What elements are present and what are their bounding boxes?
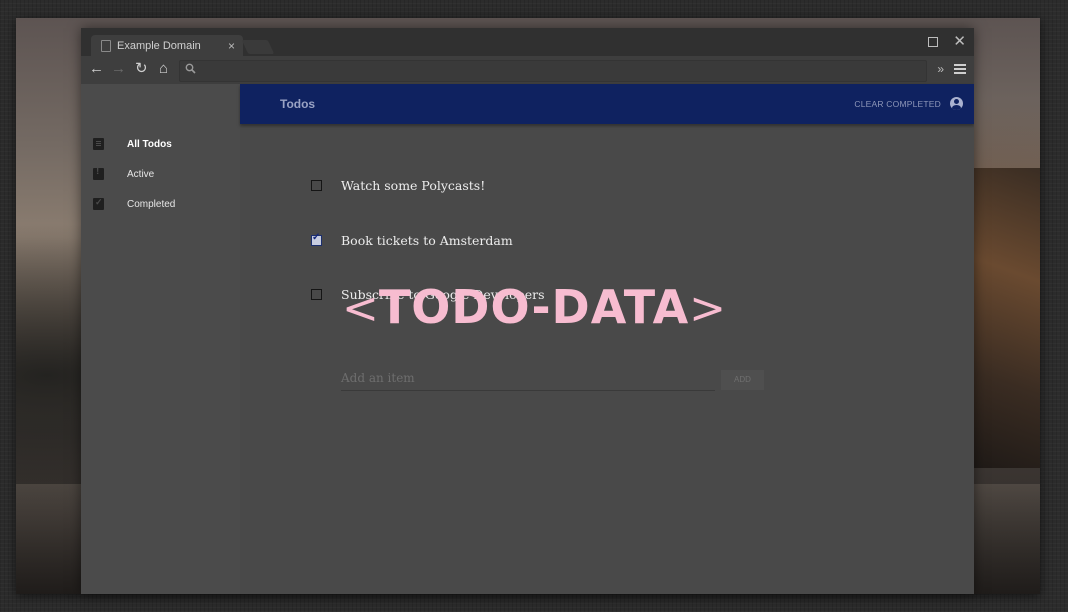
browser-menu-icon[interactable] bbox=[954, 64, 966, 76]
todo-text: Book tickets to Amsterdam bbox=[341, 232, 513, 248]
extensions-overflow-icon[interactable]: » bbox=[937, 62, 944, 76]
sidebar-item-label: All Todos bbox=[127, 138, 172, 150]
title-bar: Example Domain × ✕ bbox=[81, 28, 974, 56]
overlay-open-bracket: < bbox=[341, 283, 379, 334]
forward-icon[interactable]: → bbox=[111, 61, 126, 77]
app-header: Todos CLEAR COMPLETED bbox=[240, 84, 974, 124]
add-item-input[interactable]: Add an item bbox=[341, 366, 715, 391]
clipboard-list-icon bbox=[93, 138, 104, 150]
browser-toolbar: ← → ↻ ⌂ » bbox=[81, 56, 974, 84]
sidebar-item-completed[interactable]: Completed bbox=[93, 194, 175, 214]
todo-text: Watch some Polycasts! bbox=[341, 177, 486, 193]
back-icon[interactable]: ← bbox=[89, 61, 104, 77]
sidebar-item-all-todos[interactable]: All Todos bbox=[93, 134, 172, 154]
tab-close-icon[interactable]: × bbox=[228, 39, 235, 53]
reload-icon[interactable]: ↻ bbox=[135, 61, 148, 77]
new-tab-button[interactable] bbox=[241, 40, 275, 54]
sidebar: All Todos Active Completed bbox=[81, 84, 240, 594]
sidebar-item-label: Active bbox=[127, 168, 155, 180]
page-icon bbox=[101, 39, 111, 52]
page-title: Todos bbox=[280, 97, 316, 111]
app-content: All Todos Active Completed Todos CLEAR C… bbox=[81, 84, 974, 594]
sidebar-item-label: Completed bbox=[127, 198, 176, 210]
clipboard-alert-icon bbox=[93, 166, 104, 180]
list-item: Book tickets to Amsterdam bbox=[311, 230, 513, 250]
list-item: Watch some Polycasts! bbox=[311, 175, 485, 195]
account-icon[interactable] bbox=[950, 97, 963, 110]
clear-completed-button[interactable]: CLEAR COMPLETED bbox=[854, 99, 941, 109]
overlay-label: TODO-DATA bbox=[378, 280, 690, 334]
maximize-icon[interactable] bbox=[928, 37, 938, 47]
add-button[interactable]: ADD bbox=[721, 370, 764, 390]
browser-tab[interactable]: Example Domain × bbox=[91, 35, 243, 56]
sidebar-item-active[interactable]: Active bbox=[93, 164, 154, 184]
todo-checkbox[interactable] bbox=[311, 179, 322, 191]
tab-title: Example Domain bbox=[117, 39, 201, 52]
home-icon[interactable]: ⌂ bbox=[159, 61, 168, 77]
overlay-title: <TODO-DATA> bbox=[0, 277, 1068, 339]
address-bar[interactable] bbox=[179, 60, 927, 82]
clipboard-check-icon bbox=[93, 197, 104, 210]
search-icon bbox=[185, 63, 196, 77]
overlay-close-bracket: > bbox=[689, 283, 727, 334]
window-close-icon[interactable]: ✕ bbox=[953, 32, 966, 50]
todo-checkbox[interactable] bbox=[311, 232, 322, 246]
